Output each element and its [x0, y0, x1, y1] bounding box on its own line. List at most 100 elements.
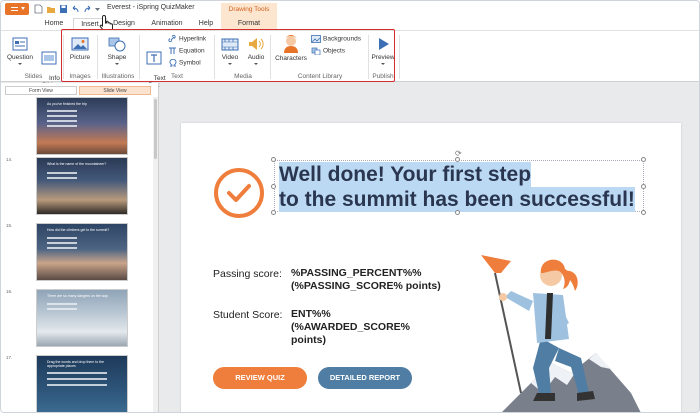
hyperlink-label: Hyperlink: [179, 35, 207, 43]
backgrounds-button[interactable]: Backgrounds: [311, 35, 361, 44]
slide-thumbnail-text: Drag the words and drop them to the appr…: [47, 360, 105, 368]
resize-handle[interactable]: [271, 157, 276, 162]
group-label-images: Images: [69, 73, 91, 80]
backgrounds-icon: [311, 35, 321, 43]
link-icon: [168, 35, 176, 43]
text-box-icon: [146, 51, 162, 65]
redo-icon[interactable]: [83, 4, 92, 14]
chevron-down-icon: [254, 63, 258, 65]
info-slide-icon: [41, 51, 57, 65]
save-icon[interactable]: [59, 4, 68, 14]
tab-animation[interactable]: Animation: [146, 18, 188, 30]
shape-button[interactable]: Shape: [103, 36, 131, 66]
picture-icon: [71, 37, 89, 51]
resize-handle[interactable]: [455, 157, 460, 162]
slide-number: 15.: [6, 223, 13, 228]
undo-icon[interactable]: [71, 4, 80, 14]
slide-list-item[interactable]: 15. How did the climbers get to the summ…: [1, 219, 153, 285]
ribbon-separator: [139, 35, 140, 79]
resize-handle[interactable]: [641, 210, 646, 215]
objects-button[interactable]: Objects: [311, 47, 345, 56]
slides-scrollbar[interactable]: [153, 97, 158, 412]
slide-thumbnail: As you've finished the trip: [36, 97, 128, 155]
thumbnail-option: [47, 378, 107, 380]
hyperlink-button[interactable]: Hyperlink: [168, 35, 206, 44]
chevron-down-icon: [21, 7, 25, 10]
detailed-report-button[interactable]: DETAILED REPORT: [318, 367, 412, 389]
thumbnail-option: [47, 242, 77, 244]
slide-list-item[interactable]: 17. Drag the words and drop them to the …: [1, 351, 153, 412]
video-button[interactable]: Video: [218, 36, 242, 66]
resize-handle[interactable]: [641, 157, 646, 162]
climber-illustration: [481, 255, 641, 412]
play-icon: [379, 38, 389, 50]
video-label: Video: [221, 54, 239, 61]
thumbnail-option: [47, 237, 77, 239]
thumbnail-option: [47, 115, 77, 117]
question-label: Question: [6, 54, 34, 61]
slide-thumbnail: Drag the words and drop them to the appr…: [36, 355, 128, 412]
symbol-button[interactable]: Symbol: [168, 59, 201, 68]
character-icon: [284, 35, 298, 53]
slide-list-item[interactable]: 14. What is the name of the mountaineer?: [1, 153, 153, 219]
slide-list-item[interactable]: 16. There are so many dangers on the way: [1, 285, 153, 351]
characters-button[interactable]: Characters: [274, 33, 308, 62]
thumbnail-option: [47, 247, 77, 249]
drawing-tools-label: Drawing Tools: [221, 3, 277, 17]
group-label-content-library: Content Library: [297, 73, 343, 80]
passing-score-points: (%PASSING_SCORE% points): [291, 280, 441, 292]
group-label-publish: Publish: [372, 73, 394, 80]
tab-format[interactable]: Format: [221, 17, 277, 30]
slide-number: 14.: [6, 157, 13, 162]
picture-label: Picture: [69, 54, 91, 61]
title-line-1: Well done! Your first step: [279, 162, 532, 187]
resize-handle[interactable]: [455, 210, 460, 215]
scrollbar-thumb[interactable]: [154, 99, 157, 159]
ribbon-separator: [63, 35, 64, 79]
question-button[interactable]: Question: [6, 36, 34, 66]
slide-thumbnail: What is the name of the mountaineer?: [36, 157, 128, 215]
picture-button[interactable]: Picture: [67, 36, 93, 61]
app-window: Everest - iSpring QuizMaker Home Insert …: [0, 0, 700, 413]
customize-toolbar-icon[interactable]: [94, 4, 102, 14]
audio-button[interactable]: Audio: [244, 36, 268, 66]
checkmark-circle-icon: [214, 168, 264, 218]
equation-button[interactable]: Equation: [168, 47, 205, 56]
preview-button[interactable]: Preview: [370, 36, 396, 66]
student-score-percent: ENT%%: [291, 308, 331, 320]
slide-thumbnail-text: There are so many dangers on the way: [47, 294, 108, 298]
audio-label: Audio: [247, 54, 265, 61]
resize-handle[interactable]: [641, 184, 646, 189]
slide-number: 16.: [6, 289, 13, 294]
ribbon: Question Info Slide Slides Picture Image…: [1, 30, 699, 89]
tab-home[interactable]: Home: [39, 18, 69, 30]
resize-handle[interactable]: [271, 210, 276, 215]
group-label-illustrations: Illustrations: [101, 73, 135, 80]
resize-handle[interactable]: [271, 184, 276, 189]
slide: ⟳ Well done! Your first step to the summ…: [181, 123, 681, 412]
omega-icon: [169, 59, 177, 67]
slides-panel: Form View Slide View As you've finished …: [1, 83, 159, 412]
tab-help[interactable]: Help: [195, 18, 217, 30]
app-menu-button[interactable]: [5, 3, 29, 15]
thumbnail-option: [47, 384, 107, 386]
passing-score-label: Passing score:: [213, 268, 282, 280]
review-quiz-button[interactable]: REVIEW QUIZ: [213, 367, 307, 389]
thumbnail-option: [47, 303, 77, 305]
thumbnail-option: [47, 172, 77, 174]
slide-thumbnail-text: How did the climbers get to the summit?: [47, 228, 110, 232]
chevron-down-icon: [18, 63, 22, 65]
form-view-button[interactable]: Form View: [5, 86, 77, 95]
new-file-icon[interactable]: [34, 4, 43, 14]
objects-label: Objects: [323, 47, 346, 55]
group-label-text: Text: [171, 73, 183, 80]
title-text-box[interactable]: Well done! Your first step to the summit…: [274, 160, 644, 212]
shape-label: Shape: [107, 54, 127, 61]
ribbon-separator: [270, 35, 271, 79]
slide-view-button[interactable]: Slide View: [79, 86, 151, 95]
chevron-down-icon: [228, 63, 232, 65]
characters-label: Characters: [275, 55, 307, 62]
chevron-down-icon: [381, 63, 385, 65]
open-folder-icon[interactable]: [46, 4, 56, 14]
student-score-points: points): [291, 334, 326, 346]
